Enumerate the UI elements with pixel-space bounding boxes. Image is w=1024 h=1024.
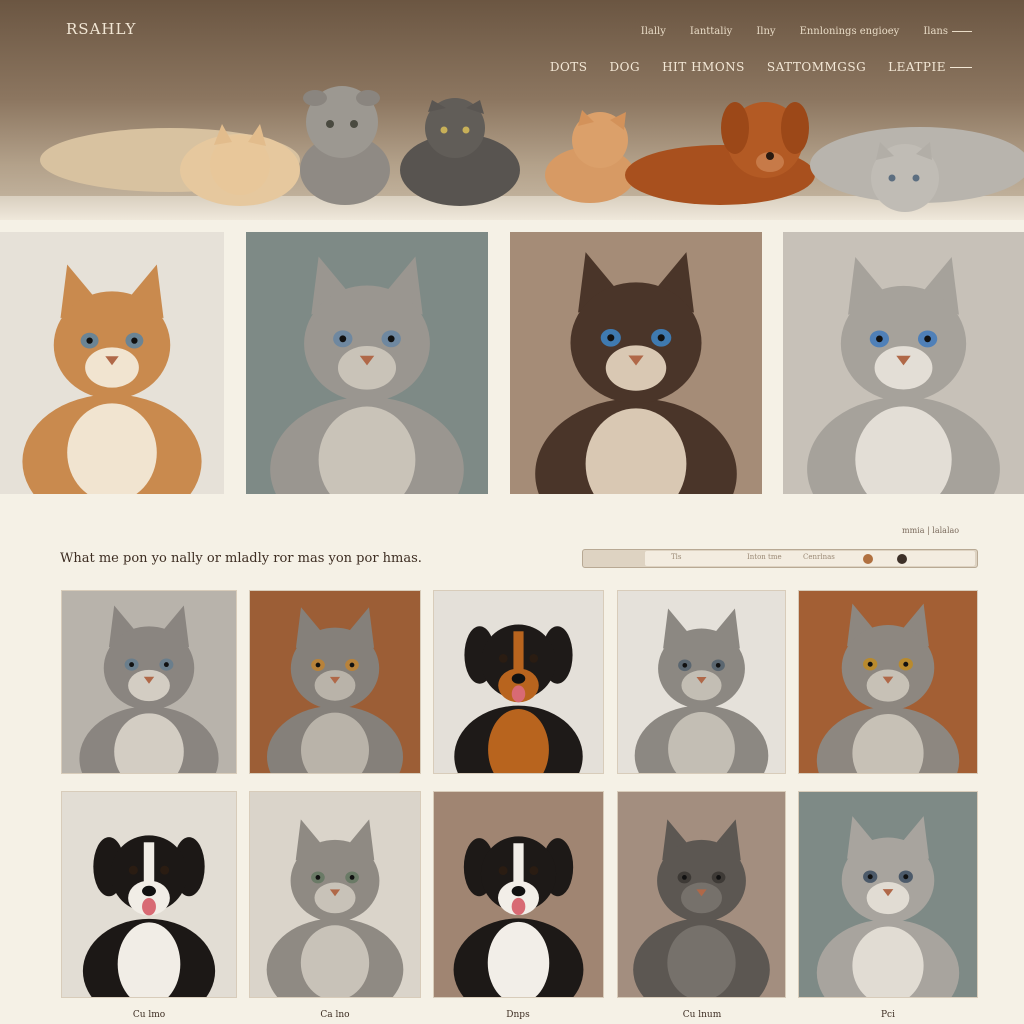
nav-item-5-wrap[interactable]: LEATPIE — [888, 60, 972, 74]
pet-caption[interactable]: Ca lno — [305, 1010, 365, 1020]
menu-line-icon — [950, 67, 972, 68]
color-swatch-dark[interactable] — [897, 554, 907, 564]
pet-card[interactable] — [433, 590, 604, 774]
filter-bar[interactable]: Tls Inton tme Cenrlnas — [582, 549, 978, 568]
pet-card[interactable] — [617, 590, 786, 774]
pet-card[interactable] — [617, 791, 786, 998]
pet-caption[interactable]: Cu lnum — [672, 1010, 732, 1020]
cat-portrait — [799, 591, 977, 773]
top-link-5-wrap[interactable]: Ilans — [923, 26, 972, 37]
cat-portrait — [799, 792, 977, 997]
pet-caption[interactable]: Cu lmo — [119, 1010, 179, 1020]
pet-card[interactable] — [249, 791, 421, 998]
dog-portrait — [434, 591, 603, 773]
nav-item-3[interactable]: HIT HMONS — [662, 60, 745, 74]
cat-portrait — [783, 232, 1024, 494]
filter-label-3[interactable]: Cenrlnas — [803, 553, 835, 561]
cat-portrait — [246, 232, 488, 494]
top-link-5[interactable]: Ilans — [923, 26, 948, 37]
result-meta: mmia | lalalao — [902, 526, 960, 535]
nav-item-2[interactable]: DOG — [610, 60, 641, 74]
top-link-3[interactable]: Ilny — [756, 26, 775, 37]
filter-label-2[interactable]: Inton tme — [747, 553, 782, 561]
cat-portrait — [0, 232, 224, 494]
nav-item-5[interactable]: LEATPIE — [888, 60, 946, 74]
top-link-4[interactable]: Ennlonings engioey — [800, 26, 900, 37]
cat-portrait — [62, 591, 236, 773]
cat-portrait — [618, 591, 785, 773]
nav-item-1[interactable]: DOTS — [550, 60, 588, 74]
color-swatch-rust[interactable] — [863, 554, 873, 564]
filter-label-1[interactable]: Tls — [671, 553, 682, 561]
hero-banner: RSAHLY Ilally Ianttaliy Ilny Ennlonings … — [0, 0, 1024, 220]
cat-portrait — [618, 792, 785, 997]
pet-card[interactable] — [61, 791, 237, 998]
pet-card[interactable] — [61, 590, 237, 774]
cat-portrait — [250, 792, 420, 997]
pet-card[interactable] — [433, 791, 604, 998]
top-link-2[interactable]: Ianttaliy — [690, 26, 732, 37]
dog-portrait — [62, 792, 236, 997]
nav-item-4[interactable]: SATTOMMGSG — [767, 60, 866, 74]
tagline: What me pon yo nally or mladly ror mas y… — [60, 551, 422, 566]
site-logo[interactable]: RSAHLY — [66, 20, 136, 38]
cat-portrait — [510, 232, 762, 494]
menu-line-icon — [952, 31, 972, 32]
featured-card-1[interactable] — [0, 232, 224, 494]
pet-card[interactable] — [249, 590, 421, 774]
featured-card-4[interactable] — [783, 232, 1024, 494]
filter-input[interactable]: Tls Inton tme Cenrlnas — [645, 551, 975, 566]
dog-portrait — [434, 792, 603, 997]
pet-card[interactable] — [798, 590, 978, 774]
featured-card-2[interactable] — [246, 232, 488, 494]
featured-gallery — [0, 232, 1024, 496]
featured-card-3[interactable] — [510, 232, 762, 494]
cat-portrait — [250, 591, 420, 773]
main-nav: DOTS DOG HIT HMONS SATTOMMGSG LEATPIE — [550, 60, 972, 74]
pet-caption[interactable]: Pci — [858, 1010, 918, 1020]
pet-caption[interactable]: Dnps — [488, 1010, 548, 1020]
top-link-1[interactable]: Ilally — [641, 26, 666, 37]
pet-card[interactable] — [798, 791, 978, 998]
secondary-nav: Ilally Ianttaliy Ilny Ennlonings engioey… — [641, 26, 972, 37]
